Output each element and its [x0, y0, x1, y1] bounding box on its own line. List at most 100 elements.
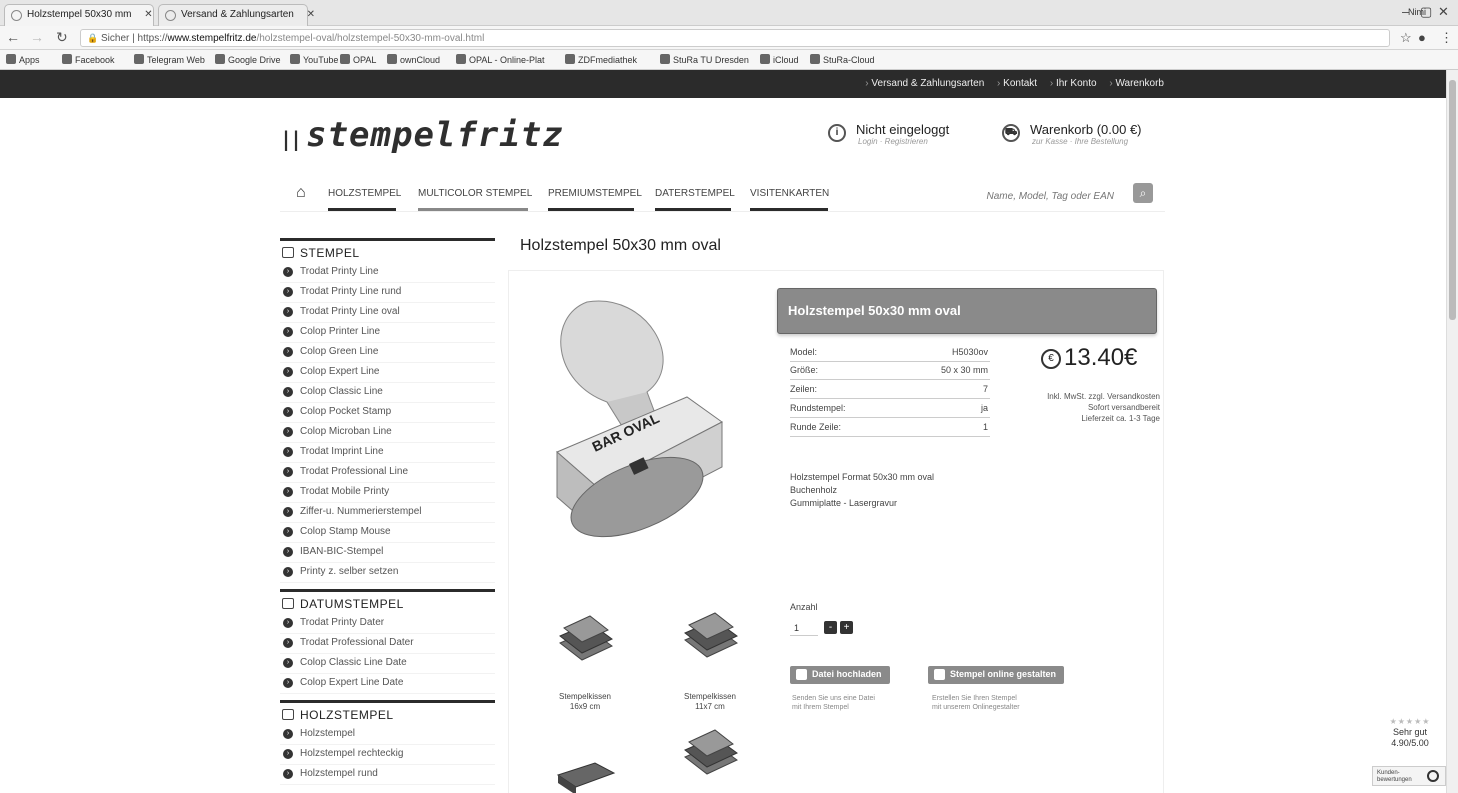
sidebar-item[interactable]: › Trodat Printy Line rund: [280, 283, 495, 303]
back-icon[interactable]: ←: [6, 29, 20, 45]
product-price: €13.40€: [1041, 344, 1137, 372]
sidebar-item[interactable]: › Colop Green Line: [280, 343, 495, 363]
bookmark-telegram[interactable]: Telegram Web: [134, 54, 205, 65]
cart-links[interactable]: zur Kasse · Ihre Bestellung: [1032, 137, 1142, 146]
login-widget[interactable]: i Nicht eingeloggt Login · Registrieren: [828, 122, 949, 146]
nav-premium[interactable]: PREMIUMSTEMPEL: [548, 188, 642, 199]
product-image[interactable]: BAR OVAL: [537, 292, 737, 552]
arrow-icon: ›: [283, 487, 293, 497]
search-input[interactable]: [970, 186, 1120, 206]
category-icon: [282, 709, 294, 720]
bookmark-facebook[interactable]: Facebook: [62, 54, 115, 65]
reviews-badge[interactable]: Kunden-bewertungen: [1372, 766, 1446, 786]
price-note: Lieferzeit ca. 1-3 Tage: [1081, 414, 1160, 423]
quantity-decrease-button[interactable]: -: [824, 621, 837, 634]
top-link-contact[interactable]: Kontakt: [997, 78, 1037, 89]
sidebar-item[interactable]: › Trodat Professional Line: [280, 463, 495, 483]
browser-tab[interactable]: Versand & Zahlungsarten ✕: [158, 4, 315, 26]
scrollbar[interactable]: [1446, 70, 1458, 793]
bookmark-apps[interactable]: Apps: [6, 54, 40, 65]
bookmark-opal-online[interactable]: OPAL - Online-Plat: [456, 54, 545, 65]
bookmark-stura[interactable]: StuRa TU Dresden: [660, 54, 749, 65]
accessory-image[interactable]: [675, 605, 745, 665]
menu-icon[interactable]: ⋮: [1440, 30, 1453, 46]
bookmark-owncloud[interactable]: ownCloud: [387, 54, 440, 65]
sidebar-item[interactable]: › Colop Printer Line: [280, 323, 495, 343]
nav-holzstempel[interactable]: HOLZSTEMPEL: [328, 188, 401, 199]
sidebar-item[interactable]: › Colop Expert Line: [280, 363, 495, 383]
search-icon[interactable]: ⌕: [1133, 183, 1153, 203]
design-online-button[interactable]: Stempel online gestalten: [928, 666, 1065, 684]
top-link-shipping[interactable]: Versand & Zahlungsarten: [865, 78, 984, 89]
category-heading-holzstempel[interactable]: HOLZSTEMPEL: [280, 700, 495, 725]
sidebar-item[interactable]: › Printy z. selber setzen: [280, 563, 495, 583]
site-top-bar: Versand & Zahlungsarten Kontakt Ihr Kont…: [0, 70, 1446, 98]
bookmark-zdf[interactable]: ZDFmediathek: [565, 54, 637, 65]
nav-multicolor[interactable]: MULTICOLOR STEMPEL: [418, 188, 532, 199]
arrow-icon: ›: [283, 287, 293, 297]
sidebar-item[interactable]: › Holzstempel rechteckig: [280, 745, 495, 765]
spec-row: Zeilen: 7: [790, 384, 990, 399]
rating-widget[interactable]: ★★★★★ Sehr gut 4.90/5.00: [1374, 716, 1446, 749]
bookmark-star-icon[interactable]: ☆: [1400, 30, 1412, 46]
bookmark-opal[interactable]: OPAL: [340, 54, 376, 65]
site-logo[interactable]: || stempelfritz: [280, 115, 564, 155]
sidebar-item[interactable]: › Ziffer-u. Nummerierstempel: [280, 503, 495, 523]
home-icon[interactable]: ⌂: [296, 184, 306, 202]
quantity-input[interactable]: [790, 620, 818, 636]
category-heading-stempel[interactable]: STEMPEL: [280, 238, 495, 263]
accessory-image[interactable]: [550, 608, 620, 668]
sidebar-item[interactable]: › Trodat Printy Line oval: [280, 303, 495, 323]
sidebar-item[interactable]: › Trodat Mobile Printy: [280, 483, 495, 503]
sidebar-item[interactable]: › Colop Microban Line: [280, 423, 495, 443]
reload-icon[interactable]: ↻: [56, 29, 68, 46]
cart-widget[interactable]: ⛟ Warenkorb (0.00 €) zur Kasse · Ihre Be…: [1002, 122, 1142, 146]
scroll-thumb[interactable]: [1449, 80, 1456, 320]
extension-icon[interactable]: ●: [1418, 30, 1426, 45]
reviews-icon: [1427, 770, 1439, 782]
category-heading-datumstempel[interactable]: DATUMSTEMPEL: [280, 589, 495, 614]
upload-file-button[interactable]: Datei hochladen: [790, 666, 890, 684]
forward-icon[interactable]: →: [30, 29, 44, 45]
sidebar-item[interactable]: › Trodat Professional Dater: [280, 634, 495, 654]
arrow-icon: ›: [283, 267, 293, 277]
sidebar-item[interactable]: › IBAN-BIC-Stempel: [280, 543, 495, 563]
sidebar-item[interactable]: › Colop Pocket Stamp: [280, 403, 495, 423]
top-link-cart[interactable]: Warenkorb: [1109, 78, 1164, 89]
sidebar-item[interactable]: › Trodat Printy Dater: [280, 614, 495, 634]
sidebar-item[interactable]: › Colop Expert Line Date: [280, 674, 495, 694]
bookmark-icloud[interactable]: iCloud: [760, 54, 799, 65]
category-sidebar: STEMPEL › Trodat Printy Line › Trodat Prin…: [280, 238, 495, 785]
sidebar-item[interactable]: › Trodat Printy Line: [280, 263, 495, 283]
url-field[interactable]: 🔒 Sicher | https://www.stempelfritz.de/h…: [80, 29, 1390, 47]
accessory-image[interactable]: [550, 745, 620, 793]
favicon-icon: [165, 10, 176, 21]
minimize-icon[interactable]: –: [1402, 4, 1409, 19]
sidebar-item[interactable]: › Holzstempel: [280, 725, 495, 745]
arrow-icon: ›: [283, 658, 293, 668]
sidebar-item[interactable]: › Holzstempel rund: [280, 765, 495, 785]
sidebar-item[interactable]: › Colop Stamp Mouse: [280, 523, 495, 543]
sidebar-item[interactable]: › Colop Classic Line: [280, 383, 495, 403]
accessory-image[interactable]: [675, 722, 745, 782]
close-tab-icon[interactable]: ✕: [144, 9, 152, 20]
bookmark-youtube[interactable]: YouTube: [290, 54, 338, 65]
nav-visitenkarten[interactable]: VISITENKARTEN: [750, 188, 829, 199]
accessory-label[interactable]: Stempelkissen 11x7 cm: [660, 692, 760, 712]
bookmark-stura-cloud[interactable]: StuRa-Cloud: [810, 54, 875, 65]
arrow-icon: ›: [283, 547, 293, 557]
accessory-label[interactable]: Stempelkissen 16x9 cm: [535, 692, 635, 712]
window-close-icon[interactable]: ✕: [1438, 4, 1449, 20]
close-tab-icon[interactable]: ✕: [307, 9, 315, 20]
nav-dater[interactable]: DATERSTEMPEL: [655, 188, 735, 199]
description-line: Gummiplatte - Lasergravur: [790, 498, 898, 508]
browser-tab-active[interactable]: Holzstempel 50x30 mm ✕: [4, 4, 154, 26]
bookmark-google-drive[interactable]: Google Drive: [215, 54, 281, 65]
quantity-increase-button[interactable]: +: [840, 621, 853, 634]
arrow-icon: ›: [283, 729, 293, 739]
sidebar-item[interactable]: › Colop Classic Line Date: [280, 654, 495, 674]
sidebar-item[interactable]: › Trodat Imprint Line: [280, 443, 495, 463]
login-links[interactable]: Login · Registrieren: [858, 137, 949, 146]
maximize-icon[interactable]: ▢: [1420, 4, 1432, 20]
top-link-account[interactable]: Ihr Konto: [1050, 78, 1097, 89]
